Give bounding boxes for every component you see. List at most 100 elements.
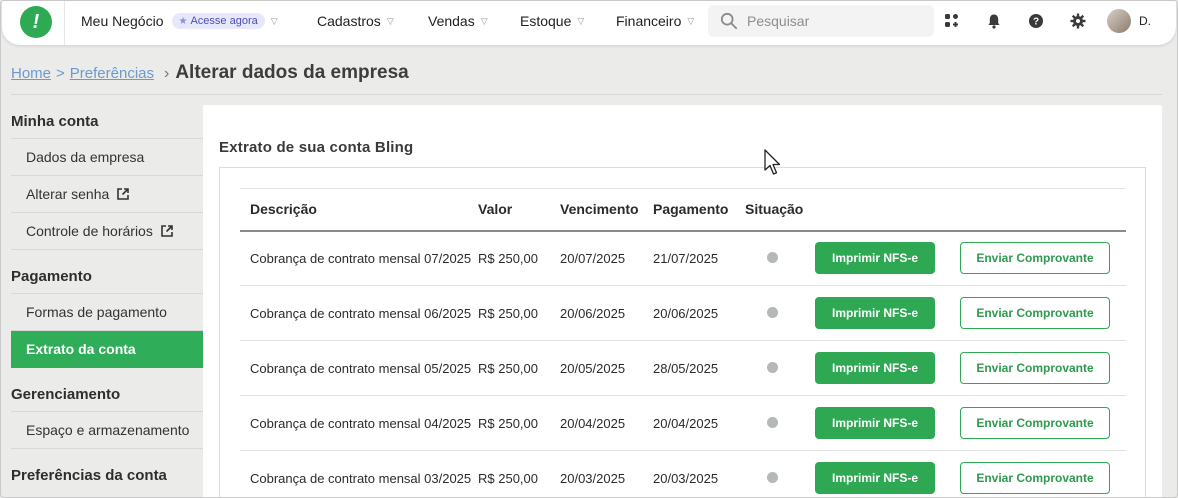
- top-navigation-bar: ! Meu Negócio ★ Acesse agora ▽ Cadastros…: [2, 1, 1176, 45]
- svg-text:?: ?: [1033, 17, 1039, 28]
- nav-label: Vendas: [428, 13, 475, 29]
- page-title: Alterar dados da empresa: [175, 62, 409, 83]
- chevron-down-icon: ▽: [480, 15, 488, 26]
- table-row: Cobrança de contrato mensal 07/2025 R$ 2…: [240, 230, 1126, 286]
- sidebar-item-formas-de-pagamento[interactable]: Formas de pagamento: [11, 294, 203, 331]
- sidebar-item-extrato-da-conta[interactable]: Extrato da conta: [11, 331, 203, 368]
- sidebar-section-title: Gerenciamento: [11, 378, 203, 412]
- user-name[interactable]: D.: [1139, 14, 1151, 28]
- statement-table-container: Descrição Valor Vencimento Pagamento Sit…: [219, 167, 1146, 497]
- cell-valor: R$ 250,00: [478, 395, 550, 451]
- status-dot-icon: [767, 306, 778, 318]
- nav-cadastros[interactable]: Cadastros ▽: [317, 13, 394, 29]
- main-panel: Extrato de sua conta Bling Descrição Val…: [203, 105, 1162, 497]
- search-icon: [720, 12, 738, 30]
- cell-pagamento: 21/07/2025: [643, 230, 735, 286]
- send-receipt-button[interactable]: Enviar Comprovante: [960, 407, 1110, 439]
- business-name: Meu Negócio: [81, 13, 164, 29]
- column-header-descricao[interactable]: Descrição: [240, 189, 478, 231]
- send-receipt-button[interactable]: Enviar Comprovante: [960, 297, 1110, 329]
- sidebar-item-dados-da-empresa[interactable]: Dados da empresa: [11, 139, 203, 176]
- send-receipt-button[interactable]: Enviar Comprovante: [960, 242, 1110, 275]
- cell-vencimento: 20/06/2025: [550, 285, 643, 341]
- cell-situacao: [735, 340, 810, 396]
- cell-send: Enviar Comprovante: [950, 395, 1126, 451]
- nav-estoque[interactable]: Estoque ▽: [520, 13, 584, 29]
- help-icon[interactable]: ?: [1027, 12, 1045, 30]
- cell-descricao: Cobrança de contrato mensal 06/2025: [240, 285, 478, 341]
- cell-print: Imprimir NFS-e: [810, 340, 950, 396]
- sidebar-item-alterar-senha[interactable]: Alterar senha: [11, 176, 203, 213]
- column-header-vencimento[interactable]: Vencimento: [550, 189, 643, 231]
- cell-situacao: [735, 450, 810, 497]
- cell-vencimento: 20/07/2025: [550, 230, 643, 286]
- breadcrumb-home-link[interactable]: Home: [11, 65, 51, 82]
- gear-icon[interactable]: [1069, 12, 1087, 30]
- cell-descricao: Cobrança de contrato mensal 05/2025: [240, 340, 478, 396]
- cell-send: Enviar Comprovante: [950, 285, 1126, 341]
- nav-financeiro[interactable]: Financeiro ▽: [616, 13, 694, 29]
- table-header-row: Descrição Valor Vencimento Pagamento Sit…: [240, 188, 1126, 231]
- sidebar-item-label: Alterar senha: [26, 185, 110, 202]
- cell-situacao: [735, 285, 810, 341]
- search-input[interactable]: [747, 13, 927, 29]
- print-nfse-button[interactable]: Imprimir NFS-e: [815, 352, 935, 384]
- sidebar-item-label: Formas de pagamento: [26, 303, 167, 320]
- print-nfse-button[interactable]: Imprimir NFS-e: [815, 462, 935, 494]
- star-icon: ★: [178, 15, 188, 27]
- chevron-right-icon: ›: [164, 65, 170, 82]
- chevron-down-icon: ▽: [270, 15, 278, 26]
- column-header-situacao[interactable]: Situação: [735, 189, 810, 231]
- sidebar-item-controle-de-horarios[interactable]: Controle de horários: [11, 213, 203, 250]
- breadcrumb-divider: [11, 94, 1162, 95]
- cell-descricao: Cobrança de contrato mensal 03/2025: [240, 450, 478, 497]
- apps-icon[interactable]: [943, 12, 961, 30]
- business-menu[interactable]: Meu Negócio ★ Acesse agora ▽: [81, 13, 278, 29]
- breadcrumb-separator: >: [56, 65, 65, 82]
- print-nfse-button[interactable]: Imprimir NFS-e: [815, 297, 935, 329]
- bell-icon[interactable]: [985, 12, 1003, 30]
- nav-vendas[interactable]: Vendas ▽: [428, 13, 488, 29]
- cell-vencimento: 20/05/2025: [550, 340, 643, 396]
- column-header-empty: [810, 189, 950, 231]
- column-header-pagamento[interactable]: Pagamento: [643, 189, 735, 231]
- statement-table: Descrição Valor Vencimento Pagamento Sit…: [240, 188, 1126, 497]
- cell-send: Enviar Comprovante: [950, 340, 1126, 396]
- status-dot-icon: [767, 251, 778, 263]
- sidebar-item-label: Controle de horários: [26, 222, 153, 239]
- logo-divider: [64, 1, 65, 45]
- status-dot-icon: [767, 361, 778, 373]
- external-link-icon: [161, 225, 173, 237]
- nav-label: Cadastros: [317, 13, 381, 29]
- avatar[interactable]: [1107, 9, 1131, 33]
- table-row: Cobrança de contrato mensal 04/2025 R$ 2…: [240, 395, 1126, 451]
- bling-logo-icon[interactable]: !: [20, 6, 52, 38]
- sidebar-item-espaco-e-armazenamento[interactable]: Espaço e armazenamento: [11, 412, 203, 449]
- access-now-badge[interactable]: ★ Acesse agora: [171, 13, 265, 29]
- cell-valor: R$ 250,00: [478, 230, 550, 286]
- breadcrumb-preferences-link[interactable]: Preferências: [70, 65, 154, 82]
- column-header-empty: [950, 189, 1126, 231]
- sidebar: Minha conta Dados da empresa Alterar sen…: [11, 105, 203, 493]
- send-receipt-button[interactable]: Enviar Comprovante: [960, 352, 1110, 384]
- column-header-valor[interactable]: Valor: [478, 189, 550, 231]
- cell-send: Enviar Comprovante: [950, 450, 1126, 497]
- cell-descricao: Cobrança de contrato mensal 04/2025: [240, 395, 478, 451]
- cell-print: Imprimir NFS-e: [810, 395, 950, 451]
- badge-label: Acesse agora: [190, 15, 258, 27]
- send-receipt-button[interactable]: Enviar Comprovante: [960, 462, 1110, 494]
- cell-send: Enviar Comprovante: [950, 230, 1126, 286]
- cell-valor: R$ 250,00: [478, 285, 550, 341]
- breadcrumb: Home > Preferências › Alterar dados da e…: [11, 62, 409, 84]
- chevron-down-icon: ▽: [577, 15, 585, 26]
- print-nfse-button[interactable]: Imprimir NFS-e: [815, 242, 935, 275]
- cell-descricao: Cobrança de contrato mensal 07/2025: [240, 230, 478, 286]
- cell-pagamento: 20/06/2025: [643, 285, 735, 341]
- print-nfse-button[interactable]: Imprimir NFS-e: [815, 407, 935, 439]
- cell-situacao: [735, 395, 810, 451]
- status-dot-icon: [767, 471, 778, 483]
- search-box[interactable]: [708, 5, 934, 37]
- table-row: Cobrança de contrato mensal 05/2025 R$ 2…: [240, 340, 1126, 396]
- cell-pagamento: 28/05/2025: [643, 340, 735, 396]
